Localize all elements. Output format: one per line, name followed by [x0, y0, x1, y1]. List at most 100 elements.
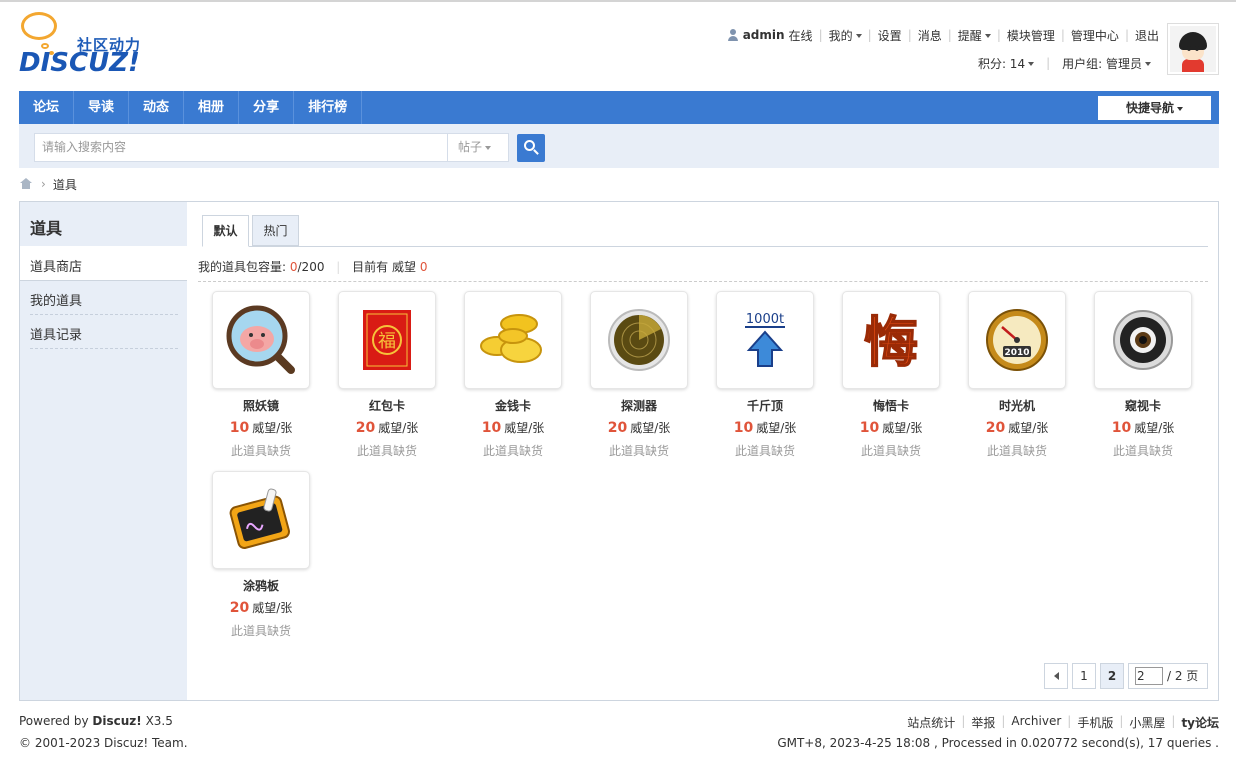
prop-image[interactable] — [590, 291, 688, 389]
prop-item[interactable]: 2010 时光机 20 威望/张 此道具缺货 — [967, 291, 1067, 459]
prop-image[interactable] — [1094, 291, 1192, 389]
avatar-eye — [1187, 46, 1191, 51]
divider — [30, 348, 178, 349]
search-type-select[interactable]: 帖子 — [447, 133, 509, 162]
prop-name[interactable]: 时光机 — [967, 397, 1067, 414]
prev-page-button[interactable] — [1044, 663, 1068, 689]
search-button[interactable] — [517, 134, 545, 162]
sidebar-title: 道具 — [30, 219, 63, 238]
prop-stock: 此道具缺货 — [1112, 444, 1173, 458]
my-menu-label: 我的 — [828, 28, 853, 43]
nav-item-feed[interactable]: 动态 — [129, 91, 185, 124]
prop-image[interactable] — [212, 291, 310, 389]
footer-link-site[interactable]: ty论坛 — [1181, 714, 1219, 731]
nav-item-forum[interactable]: 论坛 — [19, 91, 75, 124]
pagination: 1 2 2 / 2 页 — [1040, 663, 1208, 689]
prop-image[interactable]: 2010 — [968, 291, 1066, 389]
avatar-image — [1170, 26, 1216, 72]
tab-hot[interactable]: 热门 — [252, 215, 299, 246]
username-link[interactable]: admin — [743, 28, 785, 42]
prop-item[interactable]: 金钱卡 10 威望/张 此道具缺货 — [463, 291, 563, 459]
breadcrumb-current[interactable]: 道具 — [53, 176, 77, 193]
divider — [30, 314, 178, 315]
prop-price-unit: 威望/张 — [1008, 421, 1049, 435]
prop-price: 20 威望/张 — [589, 419, 689, 436]
usergroup-menu[interactable]: 用户组: 管理员 — [1062, 55, 1151, 72]
radar-icon — [608, 309, 670, 371]
notifications-label: 提醒 — [957, 28, 982, 43]
page-2-button[interactable]: 2 — [1100, 663, 1124, 689]
credit-line: 积分: 14 | 用户组: 管理员 — [978, 55, 1151, 71]
nav-item-share[interactable]: 分享 — [239, 91, 295, 124]
settings-link[interactable]: 设置 — [878, 27, 902, 44]
main-panel: 道具 道具商店 我的道具 道具记录 默认 热门 我的道具包容量: 0/200 |… — [19, 201, 1219, 701]
separator: | — [996, 28, 1001, 42]
prop-image[interactable]: 1000t — [716, 291, 814, 389]
avatar[interactable] — [1167, 23, 1219, 75]
prop-price-unit: 威望/张 — [630, 421, 671, 435]
prop-name[interactable]: 红包卡 — [337, 397, 437, 414]
nav-item-album[interactable]: 相册 — [184, 91, 240, 124]
site-logo[interactable]: 社区动力 DISCUZ! — [19, 12, 159, 80]
prop-item[interactable]: 福 红包卡 20 威望/张 此道具缺货 — [337, 291, 437, 459]
prop-name[interactable]: 探测器 — [589, 397, 689, 414]
messages-link[interactable]: 消息 — [918, 27, 942, 44]
page-1-button[interactable]: 1 — [1072, 663, 1096, 689]
footer-link-mobile[interactable]: 手机版 — [1077, 714, 1113, 731]
sidebar: 道具 道具商店 我的道具 道具记录 — [20, 202, 187, 700]
prop-item[interactable]: 探测器 20 威望/张 此道具缺货 — [589, 291, 689, 459]
prop-name[interactable]: 照妖镜 — [211, 397, 311, 414]
prop-item[interactable]: 照妖镜 10 威望/张 此道具缺货 — [211, 291, 311, 459]
page-jump-input[interactable]: 2 — [1135, 667, 1163, 685]
jack-arrow-icon: 1000t — [745, 312, 785, 367]
prop-name[interactable]: 涂鸦板 — [211, 577, 311, 594]
footer-link-stats[interactable]: 站点统计 — [907, 714, 955, 731]
footer-link-archiver[interactable]: Archiver — [1011, 714, 1061, 731]
prop-price: 10 威望/张 — [1093, 419, 1193, 436]
footer-link-report[interactable]: 举报 — [971, 714, 995, 731]
sidebar-item-records[interactable]: 道具记录 — [30, 324, 82, 343]
separator: | — [1046, 56, 1051, 70]
notifications-menu[interactable]: 提醒 — [958, 27, 991, 44]
prop-item[interactable]: 涂鸦板 20 威望/张 此道具缺货 — [211, 471, 311, 639]
sidebar-item-my-props[interactable]: 我的道具 — [30, 290, 82, 309]
capacity-used: 0 — [289, 260, 298, 274]
capacity-label: 我的道具包容量: — [198, 260, 287, 274]
prop-image[interactable]: 福 — [338, 291, 436, 389]
eye-lens-icon — [1113, 310, 1173, 370]
sidebar-item-shop-label[interactable]: 道具商店 — [30, 256, 82, 275]
separator: | — [1171, 714, 1176, 728]
my-menu[interactable]: 我的 — [829, 27, 862, 44]
prop-price-unit: 威望/张 — [504, 421, 545, 435]
prop-item[interactable]: 窥视卡 10 威望/张 此道具缺货 — [1093, 291, 1193, 459]
prop-item[interactable]: 1000t 千斤顶 10 威望/张 此道具缺货 — [715, 291, 815, 459]
admin-center-link[interactable]: 管理中心 — [1071, 27, 1119, 44]
nav-item-ranking[interactable]: 排行榜 — [294, 91, 363, 124]
prop-name[interactable]: 悔悟卡 — [841, 397, 941, 414]
home-icon[interactable] — [19, 178, 33, 190]
credits-menu[interactable]: 积分: 14 — [977, 55, 1035, 72]
prop-name[interactable]: 千斤顶 — [715, 397, 815, 414]
online-status[interactable]: 在线 — [789, 27, 813, 44]
prop-name[interactable]: 窥视卡 — [1093, 397, 1193, 414]
prop-image[interactable]: 悔 — [842, 291, 940, 389]
prop-name[interactable]: 金钱卡 — [463, 397, 563, 414]
logout-link[interactable]: 退出 — [1135, 27, 1159, 44]
tab-default[interactable]: 默认 — [202, 215, 249, 247]
credits-label: 积分: 14 — [977, 56, 1026, 71]
prop-image[interactable] — [212, 471, 310, 569]
search-input[interactable]: 请输入搜索内容 — [34, 133, 448, 162]
footer-link-blacklist[interactable]: 小黑屋 — [1129, 714, 1165, 731]
quick-nav-button[interactable]: 快捷导航 — [1098, 96, 1211, 120]
module-admin-link[interactable]: 模块管理 — [1007, 27, 1055, 44]
powered-prefix: Powered by — [19, 714, 89, 728]
time-gauge-icon: 2010 — [986, 309, 1048, 371]
prop-image[interactable] — [464, 291, 562, 389]
prop-item[interactable]: 悔 悔悟卡 10 威望/张 此道具缺货 — [841, 291, 941, 459]
prop-stock: 此道具缺货 — [734, 444, 795, 458]
nav-item-guide[interactable]: 导读 — [74, 91, 130, 124]
capacity-line: 我的道具包容量: 0/200 | 目前有 威望 0 — [198, 258, 427, 275]
powered-name-link[interactable]: Discuz! — [92, 714, 141, 728]
graffiti-board-icon — [229, 488, 290, 549]
prop-price-unit: 威望/张 — [252, 601, 293, 615]
